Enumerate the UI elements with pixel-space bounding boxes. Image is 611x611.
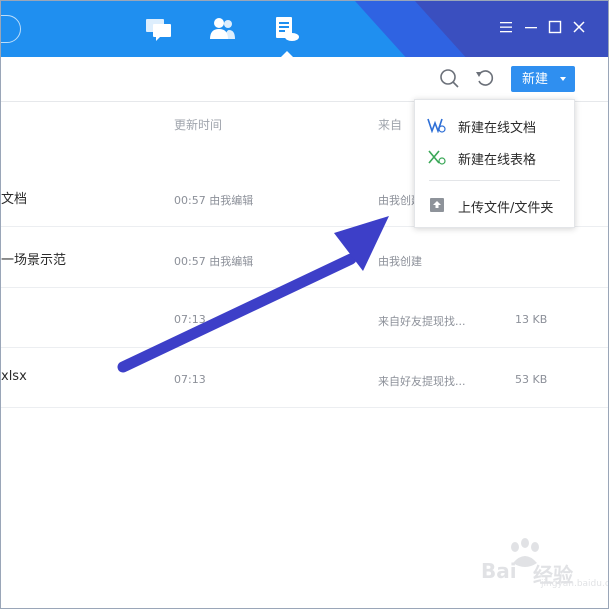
menu-item-label: 上传文件/文件夹 (458, 201, 554, 216)
menu-icon[interactable] (498, 19, 514, 35)
menu-item-label: 新建在线表格 (458, 153, 537, 168)
close-icon[interactable] (571, 19, 587, 35)
contacts-icon[interactable] (207, 15, 237, 43)
new-button[interactable]: 新建 (511, 66, 575, 92)
documents-icon[interactable] (272, 15, 302, 43)
online-doc-icon (427, 118, 446, 133)
table-row[interactable]: xlsx 07:13 来自好友提现找... 53 KB (1, 347, 608, 408)
table-row[interactable]: 一场景示范 00:57 由我编辑 由我创建 (1, 227, 608, 288)
top-search-pill[interactable] (1, 15, 21, 43)
menu-item-new-online-doc[interactable]: 新建在线文档 (415, 109, 574, 141)
table-row[interactable]: 07:13 来自好友提现找... 13 KB (1, 287, 608, 348)
watermark-text: Bai (481, 559, 517, 583)
app-window: 新建 更新时间 来自 文档 00:57 由我编辑 由我创建 一场景示范 00:5… (0, 0, 609, 609)
file-name: 文档 (1, 192, 28, 207)
top-bar (1, 1, 608, 57)
search-icon[interactable] (438, 67, 460, 89)
column-header-source[interactable]: 来自 (378, 116, 402, 133)
menu-item-upload[interactable]: 上传文件/文件夹 (415, 189, 574, 221)
menu-item-new-online-sheet[interactable]: 新建在线表格 (415, 141, 574, 173)
watermark-url: jingyan.baidu.com (541, 579, 608, 589)
file-time: 07:13 (174, 313, 206, 326)
file-size: 53 KB (515, 373, 548, 386)
menu-item-label: 新建在线文档 (458, 121, 537, 136)
refresh-icon[interactable] (474, 67, 496, 89)
menu-divider (429, 180, 560, 181)
file-time: 00:57 由我编辑 (174, 255, 254, 268)
baidu-watermark: Bai 经验 jingyan.baidu.com (449, 537, 608, 597)
file-time: 00:57 由我编辑 (174, 194, 254, 207)
file-source: 由我创建 (378, 255, 422, 268)
toolbar: 新建 (1, 57, 608, 102)
file-name: xlsx (1, 369, 27, 384)
minimize-icon[interactable] (523, 19, 539, 35)
file-source: 来自好友提现找... (378, 315, 466, 328)
new-button-label: 新建 (522, 72, 549, 87)
file-size: 13 KB (515, 313, 548, 326)
chat-icon[interactable] (144, 15, 174, 43)
file-name: 一场景示范 (1, 253, 67, 268)
column-header-updated[interactable]: 更新时间 (174, 116, 222, 133)
maximize-icon[interactable] (547, 19, 563, 35)
new-dropdown-menu: 新建在线文档 新建在线表格 上传文件/文件夹 (414, 99, 575, 228)
file-time: 07:13 (174, 373, 206, 386)
file-source: 来自好友提现找... (378, 375, 466, 388)
online-sheet-icon (428, 150, 446, 165)
chevron-down-icon (560, 77, 566, 81)
upload-icon (430, 198, 444, 212)
